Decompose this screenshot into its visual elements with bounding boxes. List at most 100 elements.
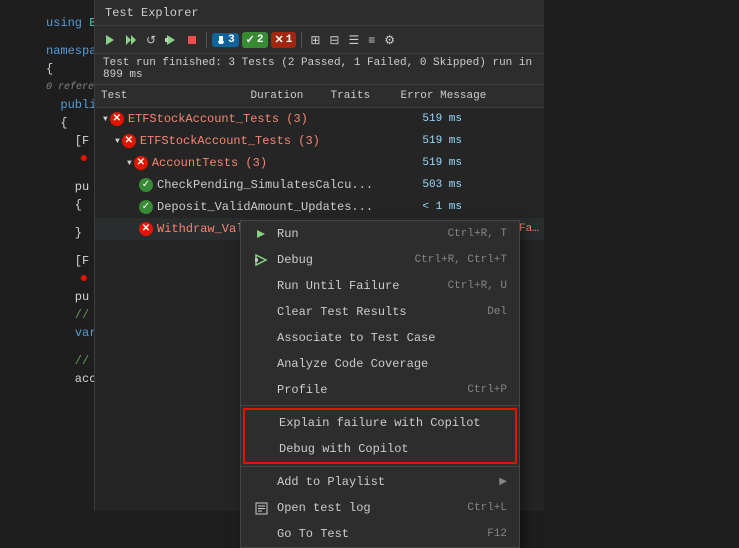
settings-button[interactable]: ⚙	[381, 31, 398, 49]
pass-icon: ✓	[139, 200, 153, 214]
badge-total: 3	[212, 33, 239, 47]
debug-menu-icon	[253, 252, 269, 268]
menu-item-add-to-playlist[interactable]: Add to Playlist ▶	[241, 469, 519, 495]
column-headers: Test Duration Traits Error Message	[95, 85, 544, 108]
col-header-traits: Traits	[325, 88, 395, 104]
context-menu: Run Ctrl+R, T Debug Ctrl+R, Ctrl+T Run U…	[240, 220, 520, 548]
empty-icon	[255, 415, 271, 431]
test-item[interactable]: ▼ ✕ ETFStockAccount_Tests (3) 519 ms	[95, 130, 544, 152]
badge-failed: ✕ 1	[271, 32, 297, 48]
test-name: Deposit_ValidAmount_Updates...	[157, 200, 390, 214]
menu-shortcut: Ctrl+P	[467, 384, 507, 396]
test-item[interactable]: ▼ ✕ AccountTests (3) 519 ms	[95, 152, 544, 174]
beaker-icon	[216, 35, 226, 45]
menu-item-analyze[interactable]: Analyze Code Coverage	[241, 351, 519, 377]
empty-icon	[253, 474, 269, 490]
test-item[interactable]: ▼ ✕ ETFStockAccount_Tests (3) 519 ms	[95, 108, 544, 130]
menu-label: Go To Test	[277, 527, 349, 541]
menu-item-explain-copilot[interactable]: Explain failure with Copilot	[245, 410, 515, 436]
stop-button[interactable]	[183, 32, 201, 48]
debug-button[interactable]	[162, 32, 180, 48]
menu-separator	[241, 405, 519, 406]
col-header-test: Test	[95, 88, 245, 104]
fail-icon: ✕	[134, 156, 148, 170]
test-duration: 519 ms	[390, 157, 470, 169]
menu-label: Explain failure with Copilot	[279, 416, 481, 430]
empty-icon	[253, 278, 269, 294]
menu-label: Analyze Code Coverage	[277, 357, 428, 371]
group-button[interactable]: ☰	[345, 31, 362, 49]
menu-item-profile[interactable]: Profile Ctrl+P	[241, 377, 519, 403]
menu-shortcut: Del	[487, 306, 507, 318]
menu-item-open-log[interactable]: Open test log Ctrl+L	[241, 495, 519, 521]
test-duration: 503 ms	[390, 179, 470, 191]
submenu-arrow: ▶	[499, 476, 507, 488]
menu-label: Run	[277, 227, 299, 241]
test-name: ETFStockAccount_Tests (3)	[128, 112, 390, 126]
menu-label: Associate to Test Case	[277, 331, 435, 345]
empty-icon	[253, 382, 269, 398]
test-name: CheckPending_SimulatesCalcu...	[157, 178, 390, 192]
run-button[interactable]	[101, 32, 119, 48]
menu-separator	[241, 466, 519, 467]
hierarchy-button[interactable]: ⊟	[326, 31, 342, 49]
test-duration: < 1 ms	[390, 201, 470, 213]
expand-icon: ▼	[127, 159, 132, 168]
run-icon	[104, 34, 116, 46]
sort-button[interactable]: ≡	[365, 31, 378, 49]
run-all-icon	[125, 34, 137, 46]
test-name: AccountTests (3)	[152, 156, 390, 170]
menu-shortcut: Ctrl+R, U	[448, 280, 507, 292]
refresh-button[interactable]: ↺	[143, 31, 159, 49]
stop-icon	[186, 34, 198, 46]
menu-label: Clear Test Results	[277, 305, 407, 319]
menu-label: Add to Playlist	[277, 475, 385, 489]
menu-label: Run Until Failure	[277, 279, 399, 293]
empty-icon	[253, 304, 269, 320]
test-duration: 519 ms	[390, 113, 470, 125]
menu-item-debug[interactable]: Debug Ctrl+R, Ctrl+T	[241, 247, 519, 273]
menu-item-explain-copilot-container: Explain failure with Copilot Debug with …	[243, 408, 517, 464]
test-status-bar: Test run finished: 3 Tests (2 Passed, 1 …	[95, 54, 544, 85]
filter-button[interactable]: ⊞	[307, 31, 323, 49]
menu-label: Debug	[277, 253, 313, 267]
col-header-duration: Duration	[245, 88, 325, 104]
test-name: ETFStockAccount_Tests (3)	[140, 134, 390, 148]
expand-icon: ▼	[115, 137, 120, 146]
empty-icon	[253, 330, 269, 346]
badge-passed: ✓ 2	[242, 32, 268, 48]
menu-shortcut: Ctrl+L	[467, 502, 507, 514]
menu-item-go-to-test[interactable]: Go To Test F12	[241, 521, 519, 547]
expand-icon: ▼	[103, 115, 108, 124]
test-duration: 519 ms	[390, 135, 470, 147]
menu-item-run[interactable]: Run Ctrl+R, T	[241, 221, 519, 247]
menu-shortcut: Ctrl+R, T	[448, 228, 507, 240]
test-item[interactable]: ✓ Deposit_ValidAmount_Updates... < 1 ms	[95, 196, 544, 218]
fail-icon: ✕	[122, 134, 136, 148]
toolbar-separator	[206, 32, 207, 48]
status-text: Test run finished: 3 Tests (2 Passed, 1 …	[103, 57, 532, 81]
test-item[interactable]: ✓ CheckPending_SimulatesCalcu... 503 ms	[95, 174, 544, 196]
toolbar-separator-2	[301, 32, 302, 48]
log-icon	[253, 500, 269, 516]
panel-title-text: Test Explorer	[105, 6, 199, 20]
menu-item-associate[interactable]: Associate to Test Case	[241, 325, 519, 351]
empty-icon	[253, 526, 269, 542]
menu-label: Open test log	[277, 501, 371, 515]
menu-label: Profile	[277, 383, 327, 397]
menu-shortcut: F12	[487, 528, 507, 540]
menu-item-clear-results[interactable]: Clear Test Results Del	[241, 299, 519, 325]
fail-icon: ✕	[139, 222, 153, 236]
pass-icon: ✓	[139, 178, 153, 192]
menu-shortcut: Ctrl+R, Ctrl+T	[415, 254, 507, 266]
panel-title: Test Explorer	[95, 0, 544, 26]
empty-icon	[253, 356, 269, 372]
toolbar: ↺ 3 ✓ 2 ✕ 1 ⊞ ⊟	[95, 26, 544, 54]
menu-label: Debug with Copilot	[279, 442, 409, 456]
debug-toolbar-icon	[165, 34, 177, 46]
empty-icon	[255, 441, 271, 457]
run-all-button[interactable]	[122, 32, 140, 48]
menu-item-run-until-failure[interactable]: Run Until Failure Ctrl+R, U	[241, 273, 519, 299]
menu-item-debug-copilot[interactable]: Debug with Copilot	[245, 436, 515, 462]
col-header-error: Error Message	[395, 88, 545, 104]
